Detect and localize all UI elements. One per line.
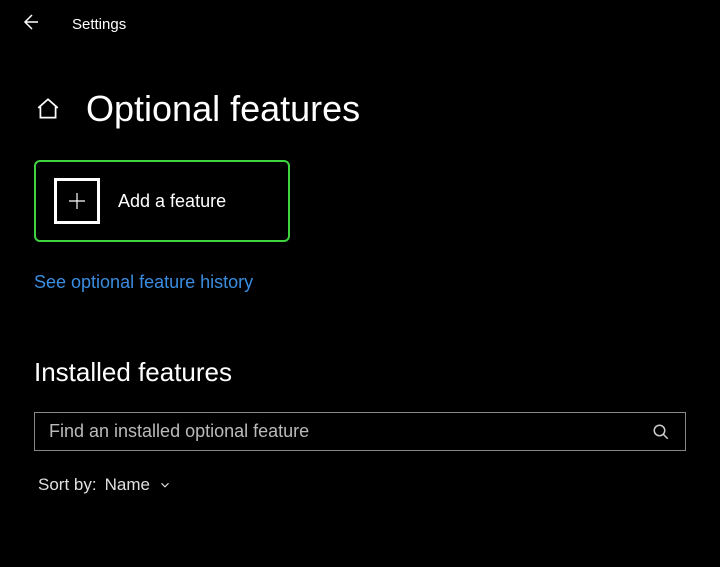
add-feature-label: Add a feature xyxy=(118,191,226,212)
optional-feature-history-link[interactable]: See optional feature history xyxy=(34,272,253,293)
home-icon[interactable] xyxy=(34,95,62,123)
page-heading: Optional features xyxy=(0,48,720,160)
search-input[interactable] xyxy=(49,421,651,442)
add-feature-button[interactable]: Add a feature xyxy=(34,160,290,242)
sort-dropdown[interactable]: Sort by: Name xyxy=(34,475,686,495)
search-icon xyxy=(651,422,671,442)
sort-value: Name xyxy=(105,475,150,495)
plus-icon xyxy=(54,178,100,224)
back-arrow-icon xyxy=(20,12,40,37)
chevron-down-icon xyxy=(158,478,172,492)
content-area: Add a feature See optional feature histo… xyxy=(0,160,720,495)
installed-features-heading: Installed features xyxy=(34,357,686,388)
header-bar: Settings xyxy=(0,0,720,48)
app-title: Settings xyxy=(72,16,126,33)
search-container[interactable] xyxy=(34,412,686,451)
back-button[interactable] xyxy=(18,12,42,36)
sort-label: Sort by: xyxy=(38,475,97,495)
page-title: Optional features xyxy=(86,88,360,130)
